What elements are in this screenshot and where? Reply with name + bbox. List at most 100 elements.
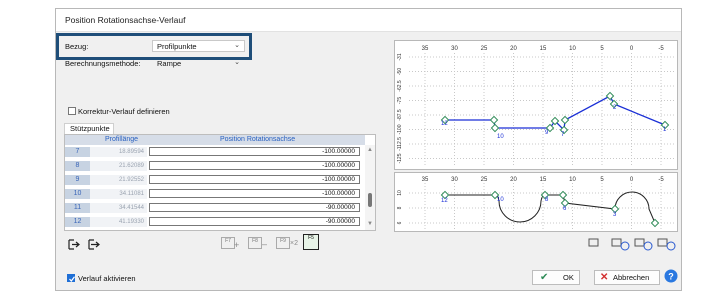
export-icon[interactable] bbox=[88, 239, 100, 250]
f8-label: F8 bbox=[252, 238, 258, 244]
row-index: 12 bbox=[65, 217, 90, 227]
x-tick-label: 0 bbox=[630, 46, 634, 52]
cancel-label: Abbrechen bbox=[613, 273, 650, 282]
table-row[interactable]: 10 34.11081 -100.00000 bbox=[65, 189, 365, 199]
profillaenge-cell: 18.89594 bbox=[90, 147, 147, 157]
zoom-fit-icon[interactable] bbox=[588, 237, 608, 251]
f7-label: F7 bbox=[225, 238, 231, 244]
row-index: 8 bbox=[65, 161, 90, 171]
window-title: Position Rotationsachse-Verlauf bbox=[65, 15, 186, 25]
table-row[interactable]: 11 34.41544 -90.00000 bbox=[65, 203, 365, 213]
cancel-button[interactable]: ✕ Abbrechen bbox=[594, 270, 660, 285]
table-row[interactable]: 9 21.92552 -100.00000 bbox=[65, 175, 365, 185]
data-point bbox=[605, 91, 615, 101]
point-label: 10 bbox=[497, 197, 504, 203]
position-cell[interactable]: -100.00000 bbox=[149, 175, 360, 184]
x-tick-label: 35 bbox=[422, 177, 429, 183]
tab-stuetzpunkte[interactable]: Stützpunkte bbox=[64, 123, 114, 134]
table-row[interactable]: 8 21.62089 -100.00000 bbox=[65, 161, 365, 171]
position-cell[interactable]: -90.00000 bbox=[149, 203, 360, 212]
import-icon[interactable] bbox=[68, 239, 80, 250]
minus-icon: – bbox=[262, 239, 268, 249]
verlauf-checkbox[interactable] bbox=[67, 274, 75, 282]
checkmark-icon bbox=[69, 276, 75, 282]
ok-button[interactable]: ✔ OK bbox=[532, 270, 580, 285]
profillaenge-cell: 34.41544 bbox=[90, 203, 147, 213]
table-row[interactable]: 12 41.19330 -90.00000 bbox=[65, 217, 365, 227]
y-tick-label: -87.5 bbox=[397, 109, 403, 121]
zoom-in-icon[interactable] bbox=[657, 237, 677, 251]
x-tick-label: -5 bbox=[658, 46, 664, 52]
y-tick-label: -75 bbox=[397, 97, 403, 104]
y-tick-label: -31 bbox=[397, 53, 403, 60]
x-tick-label: 30 bbox=[451, 177, 458, 183]
chevron-down-icon: ⌄ bbox=[234, 59, 240, 66]
stuetzpunkte-table: Profillänge Position Rotationsachse 7 18… bbox=[64, 134, 376, 231]
x-tick-label: 10 bbox=[569, 46, 576, 52]
position-cell[interactable]: -100.00000 bbox=[149, 147, 360, 156]
x-tick-label: 5 bbox=[600, 177, 604, 183]
x-tick-label: 15 bbox=[540, 177, 547, 183]
check-icon: ✔ bbox=[540, 272, 549, 283]
row-index: 7 bbox=[65, 147, 90, 157]
profillaenge-cell: 34.11081 bbox=[90, 189, 147, 199]
scroll-down-icon[interactable]: ▼ bbox=[367, 221, 373, 227]
chart-bottom[interactable]: 35 30 25 20 15 10 5 0 -5 10 8 6 12 10 8 6 3 bbox=[394, 172, 678, 232]
x-tick-label: 30 bbox=[451, 46, 458, 52]
point-label: 6 bbox=[563, 206, 567, 212]
f9-remove-all-icon[interactable]: F9 bbox=[276, 237, 290, 249]
point-label: 3 bbox=[613, 212, 617, 218]
f8-remove-icon[interactable]: F8 bbox=[248, 237, 262, 249]
data-point bbox=[560, 115, 570, 125]
point-label: 12 bbox=[441, 121, 448, 127]
y-tick-label: -50 bbox=[397, 68, 403, 75]
highlight-box bbox=[56, 33, 252, 60]
scroll-thumb[interactable] bbox=[368, 193, 372, 207]
x-tick-label: -5 bbox=[658, 177, 664, 183]
point-label: 12 bbox=[441, 198, 448, 204]
y-tick-label: -100 bbox=[397, 124, 403, 134]
table-scrollbar[interactable]: ▲ ▼ bbox=[365, 145, 375, 230]
row-index: 10 bbox=[65, 189, 90, 199]
zoom-out-icon[interactable] bbox=[634, 237, 654, 251]
chart-bottom-svg: 35 30 25 20 15 10 5 0 -5 10 8 6 12 10 8 6 3 bbox=[397, 177, 675, 230]
y-tick-label: -62.5 bbox=[397, 80, 403, 92]
title-bar: Position Rotationsachse-Verlauf bbox=[56, 9, 681, 32]
x-tick-label: 0 bbox=[630, 177, 634, 183]
y-tick-label: 6 bbox=[397, 221, 403, 224]
f9-label: F9 bbox=[280, 238, 286, 244]
position-cell[interactable]: -100.00000 bbox=[149, 189, 360, 198]
methode-value: Rampe bbox=[157, 59, 182, 68]
f5-save-icon[interactable]: F5 bbox=[303, 234, 319, 250]
remove-all-icon: ×2 bbox=[290, 240, 298, 247]
zoom-window-icon[interactable] bbox=[611, 237, 631, 251]
help-icon[interactable]: ? bbox=[664, 269, 678, 283]
tab-label: Stützpunkte bbox=[70, 124, 110, 133]
f5-label: F5 bbox=[308, 235, 314, 241]
point-label: 2 bbox=[613, 105, 617, 111]
point-label: 10 bbox=[497, 134, 504, 140]
row-index: 11 bbox=[65, 203, 90, 213]
dialog-window: Position Rotationsachse-Verlauf Bezug: P… bbox=[55, 8, 682, 291]
scroll-up-icon[interactable]: ▲ bbox=[367, 147, 373, 153]
f7-add-icon[interactable]: F7 bbox=[221, 237, 235, 249]
methode-label: Berechnungsmethode: bbox=[65, 59, 141, 68]
chart-top[interactable]: 35 30 25 20 15 10 5 0 -5 -31 -50 -62.5 -75 -87.5 -100 -… bbox=[394, 40, 678, 170]
data-point bbox=[489, 115, 499, 125]
x-tick-label: 25 bbox=[481, 46, 488, 52]
position-cell[interactable]: -100.00000 bbox=[149, 161, 360, 170]
y-tick-label: 10 bbox=[397, 190, 403, 196]
x-tick-label: 35 bbox=[422, 46, 429, 52]
table-row[interactable]: 7 18.89594 -100.00000 bbox=[65, 147, 365, 157]
methode-select[interactable]: Rampe ⌄ bbox=[152, 57, 245, 69]
plus-icon: + bbox=[234, 240, 240, 250]
position-cell[interactable]: -90.00000 bbox=[149, 217, 360, 226]
point-label: 9 bbox=[545, 130, 549, 136]
point-label: 8 bbox=[545, 197, 549, 203]
data-point bbox=[650, 218, 660, 228]
ok-label: OK bbox=[563, 273, 574, 282]
column-header-position: Position Rotationsachse bbox=[220, 136, 296, 143]
korrektur-checkbox[interactable] bbox=[68, 107, 76, 115]
point-label: 1 bbox=[663, 127, 667, 133]
y-tick-label: -112.5 bbox=[397, 137, 403, 151]
